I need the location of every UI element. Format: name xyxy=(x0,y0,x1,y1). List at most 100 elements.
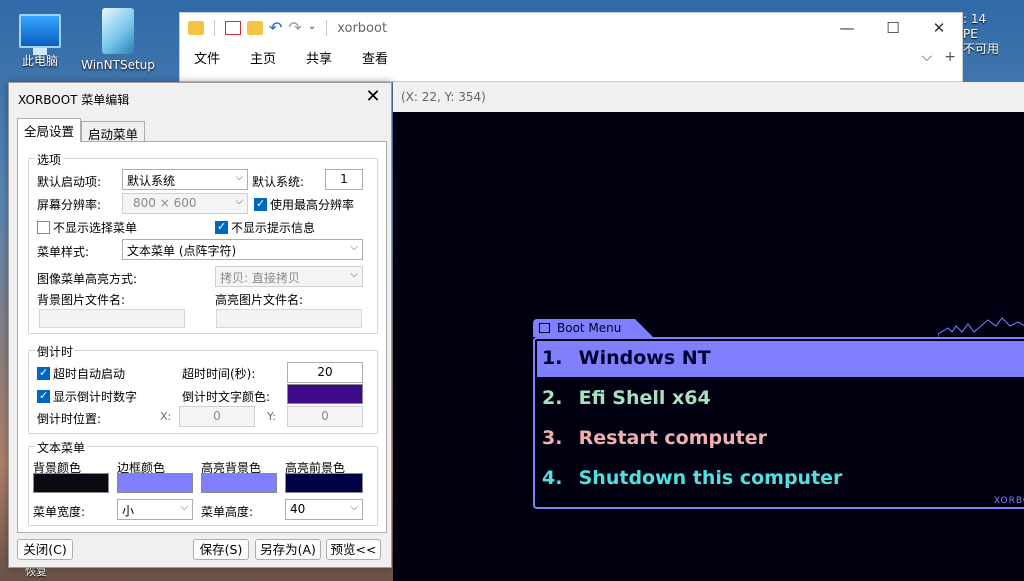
border-color-swatch[interactable] xyxy=(117,473,193,493)
menu-style-select[interactable]: 文本菜单 (点阵字符) ⌵ xyxy=(122,239,363,260)
menu-item-number: 4. xyxy=(542,467,563,489)
boot-menu-item[interactable]: 3. Restart computer xyxy=(542,427,767,449)
tab-global-settings[interactable]: 全局设置 xyxy=(17,118,82,142)
winntsetup-icon xyxy=(102,8,134,54)
menu-width-value: 小 xyxy=(122,504,135,518)
checkbox-box xyxy=(215,220,228,234)
ribbon-tab-file[interactable]: 文件 xyxy=(194,48,220,67)
toolbar-separator xyxy=(326,20,328,36)
undo-icon[interactable]: ↶ xyxy=(269,20,282,36)
tray-text: : 14 PE 不可用 xyxy=(963,12,999,57)
brand-text: XORBO xyxy=(993,496,1024,506)
toolbar-separator xyxy=(214,20,215,36)
resolution-select[interactable]: 800 × 600 ⌵ xyxy=(122,193,248,214)
folder-icon[interactable] xyxy=(188,21,204,35)
x-label: X: xyxy=(160,410,172,423)
window-controls: — ☐ ✕ xyxy=(824,17,962,41)
default-boot-value: 默认系统 xyxy=(127,174,176,188)
checkbox-label: 不显示提示信息 xyxy=(231,221,316,235)
checkbox-box xyxy=(37,221,50,234)
checkbox-box xyxy=(37,366,50,380)
redo-icon[interactable]: ↷ xyxy=(288,20,301,36)
ribbon-right-controls: ⌵ + xyxy=(922,49,956,65)
save-as-button[interactable]: 另存为(A) xyxy=(255,539,321,560)
ribbon-tab-view[interactable]: 查看 xyxy=(362,48,388,67)
text-menu-group: 文本菜单 背景颜色 边框颜色 高亮背景色 高亮前景色 菜单宽度: 小 ⌵ 菜单高… xyxy=(28,439,378,526)
dialog-close-icon[interactable]: ✕ xyxy=(363,86,383,107)
timeout-input[interactable]: 20 xyxy=(287,362,363,383)
hl-fg-color-swatch[interactable] xyxy=(285,473,363,493)
tab-boot-menu[interactable]: 启动菜单 xyxy=(81,121,146,142)
countdown-position-label: 倒计时位置: xyxy=(37,412,102,426)
maximize-button[interactable]: ☐ xyxy=(870,17,916,41)
menu-style-label: 菜单样式: xyxy=(37,245,90,259)
boot-menu-item[interactable]: 2. Efi Shell x64 xyxy=(542,387,711,409)
hl-bg-color-swatch[interactable] xyxy=(201,473,277,493)
mountains-decoration xyxy=(938,317,1024,338)
show-countdown-checkbox[interactable]: 显示倒计时数字 xyxy=(37,388,137,405)
close-dialog-button[interactable]: 关闭(C) xyxy=(17,539,73,560)
ribbon-tab-share[interactable]: 共享 xyxy=(306,48,332,67)
checkbox-label: 使用最高分辨率 xyxy=(270,198,355,212)
hide-select-menu-checkbox[interactable]: 不显示选择菜单 xyxy=(37,219,137,236)
menu-item-number: 1. xyxy=(542,347,563,369)
boot-menu-preview[interactable]: Boot Menu 1. Windows NT 2. Efi Shell x64… xyxy=(393,112,1024,581)
boot-menu-item[interactable]: 1. Windows NT xyxy=(542,347,711,369)
new-folder-icon[interactable] xyxy=(247,21,263,35)
checkbox-label: 超时自动启动 xyxy=(53,367,126,381)
options-group: 选项 默认启动项: 默认系统 ⌵ 默认系统: 1 屏幕分辨率: 800 × 60… xyxy=(28,151,378,334)
y-input[interactable]: 0 xyxy=(287,406,363,427)
chevron-down-icon[interactable]: ⌵ xyxy=(922,49,933,65)
image-highlight-select[interactable]: 拷贝: 直接拷贝 ⌵ xyxy=(215,266,363,287)
properties-icon[interactable] xyxy=(225,21,241,35)
preview-coords-bar: (X: 22, Y: 354) xyxy=(393,82,1024,112)
tab-panel: 选项 默认启动项: 默认系统 ⌵ 默认系统: 1 屏幕分辨率: 800 × 60… xyxy=(17,141,387,533)
bg-image-input[interactable] xyxy=(39,309,185,328)
countdown-text-color-swatch[interactable] xyxy=(287,384,363,404)
use-max-resolution-checkbox[interactable]: 使用最高分辨率 xyxy=(254,196,354,213)
auto-boot-timeout-checkbox[interactable]: 超时自动启动 xyxy=(37,365,125,382)
tray-line: PE xyxy=(963,27,978,41)
countdown-group: 倒计时 超时自动启动 超时时间(秒): 20 显示倒计时数字 倒计时文字颜色: … xyxy=(28,343,378,434)
boot-menu-title: Boot Menu xyxy=(557,321,622,335)
group-title: 倒计时 xyxy=(35,343,76,360)
menu-height-select[interactable]: 40 ⌵ xyxy=(285,499,363,520)
menu-item-label: Windows NT xyxy=(578,347,711,369)
menu-style-value: 文本菜单 (点阵字符) xyxy=(127,244,237,258)
menu-item-number: 2. xyxy=(542,387,563,409)
default-boot-select[interactable]: 默认系统 ⌵ xyxy=(122,169,248,190)
boot-menu-item[interactable]: 4. Shutdown this computer xyxy=(542,467,842,489)
cursor-coords: (X: 22, Y: 354) xyxy=(401,90,486,104)
hide-hint-info-checkbox[interactable]: 不显示提示信息 xyxy=(215,219,315,236)
menu-icon xyxy=(539,323,550,333)
close-button[interactable]: ✕ xyxy=(916,17,962,41)
customize-dropdown-icon[interactable]: ⌄ xyxy=(308,21,316,35)
resolution-value: 800 × 600 xyxy=(133,196,197,210)
menu-width-label: 菜单宽度: xyxy=(33,505,86,519)
ribbon-tab-home[interactable]: 主页 xyxy=(250,48,276,67)
chevron-down-icon: ⌵ xyxy=(350,502,358,513)
menu-width-select[interactable]: 小 ⌵ xyxy=(117,499,193,520)
checkbox-label: 显示倒计时数字 xyxy=(53,390,138,404)
desktop-icon-this-pc[interactable]: 此电脑 xyxy=(0,8,80,69)
checkbox-box xyxy=(37,389,50,403)
menu-height-value: 40 xyxy=(290,502,306,516)
plus-icon[interactable]: + xyxy=(944,49,956,65)
desktop-icon-winntsetup[interactable]: WinNTSetup xyxy=(78,8,158,72)
bg-color-swatch[interactable] xyxy=(33,473,109,493)
default-system-label: 默认系统: xyxy=(252,175,305,189)
default-boot-label: 默认启动项: xyxy=(37,175,102,189)
preview-button[interactable]: 预览<< xyxy=(326,539,381,560)
tray-line: 不可用 xyxy=(963,42,1000,56)
desktop-icon-label: WinNTSetup xyxy=(81,58,155,72)
save-button[interactable]: 保存(S) xyxy=(193,539,249,560)
window-title: xorboot xyxy=(337,20,388,36)
x-input[interactable]: 0 xyxy=(179,406,255,427)
minimize-button[interactable]: — xyxy=(824,17,870,41)
quick-access-toolbar: ↶ ↷ ⌄ xorboot xyxy=(188,20,387,36)
default-system-input[interactable]: 1 xyxy=(325,169,363,190)
countdown-text-color-label: 倒计时文字颜色: xyxy=(182,390,271,404)
hl-image-input[interactable] xyxy=(216,309,362,328)
chevron-down-icon: ⌵ xyxy=(350,269,358,280)
resolution-label: 屏幕分辨率: xyxy=(37,198,102,212)
